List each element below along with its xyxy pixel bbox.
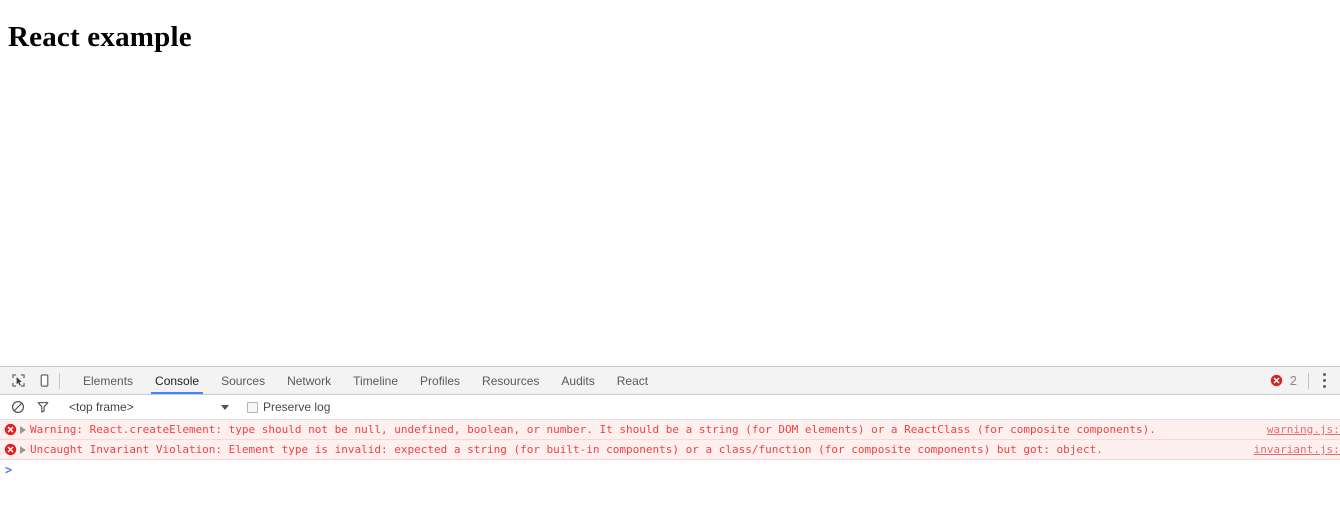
tab-resources-label: Resources: [482, 373, 540, 388]
devtools-tabstrip: Elements Console Sources Network Timelin…: [0, 367, 1340, 395]
tab-audits-label: Audits: [561, 373, 595, 388]
tab-profiles-label: Profiles: [420, 373, 461, 388]
tab-sources-label: Sources: [221, 373, 266, 388]
clear-console-icon[interactable]: [5, 395, 30, 419]
toolbar-right-divider: [1308, 372, 1309, 389]
tab-react[interactable]: React: [606, 367, 659, 394]
tab-audits[interactable]: Audits: [550, 367, 605, 394]
device-toolbar-icon[interactable]: [31, 368, 57, 394]
inspect-element-icon[interactable]: [5, 368, 31, 394]
console-prompt-input[interactable]: [12, 461, 1340, 479]
error-circle-icon: [4, 423, 17, 436]
web-page-viewport: React example: [0, 0, 1340, 366]
more-vertical-icon[interactable]: [1312, 369, 1336, 393]
filter-funnel-icon[interactable]: [30, 395, 55, 419]
execution-context-value: <top frame>: [69, 400, 134, 414]
expand-triangle-icon[interactable]: [20, 445, 26, 454]
tab-elements[interactable]: Elements: [72, 367, 144, 394]
preserve-log-checkbox[interactable]: Preserve log: [247, 400, 330, 414]
tab-resources[interactable]: Resources: [471, 367, 550, 394]
devtools-toolbar-right: 2: [1262, 367, 1340, 394]
execution-context-selector[interactable]: <top frame>: [69, 400, 229, 414]
tab-network[interactable]: Network: [276, 367, 342, 394]
toolbar-divider: [59, 372, 60, 389]
devtools-tabs: Elements Console Sources Network Timelin…: [72, 367, 659, 394]
expand-triangle-icon[interactable]: [20, 425, 26, 434]
tab-console-label: Console: [155, 373, 200, 388]
console-message-text: Warning: React.createElement: type shoul…: [30, 422, 1156, 436]
console-prompt-row[interactable]: >: [0, 460, 1340, 480]
chevron-down-icon: [221, 404, 229, 410]
devtools-tool-icons: [0, 367, 72, 394]
console-message-row[interactable]: Warning: React.createElement: type shoul…: [0, 420, 1340, 440]
console-filterbar: <top frame> Preserve log: [0, 395, 1340, 420]
error-count-value: 2: [1289, 373, 1297, 388]
error-circle-icon: [1270, 374, 1282, 387]
tab-network-label: Network: [287, 373, 332, 388]
error-circle-icon: [4, 443, 17, 456]
tab-react-label: React: [616, 373, 649, 388]
tab-profiles[interactable]: Profiles: [409, 367, 471, 394]
tab-elements-label: Elements: [83, 373, 134, 388]
tab-console[interactable]: Console: [144, 367, 210, 394]
checkbox-box: [247, 401, 258, 413]
tab-timeline[interactable]: Timeline: [342, 367, 409, 394]
prompt-caret-icon: >: [5, 463, 13, 477]
tab-sources[interactable]: Sources: [210, 367, 276, 394]
page-title: React example: [8, 21, 192, 53]
error-count-badge[interactable]: 2: [1262, 373, 1305, 388]
devtools-panel: Elements Console Sources Network Timelin…: [0, 366, 1340, 530]
console-message-text: Uncaught Invariant Violation: Element ty…: [30, 442, 1103, 456]
tab-timeline-label: Timeline: [353, 373, 399, 388]
console-message-list: Warning: React.createElement: type shoul…: [0, 420, 1340, 480]
console-message-row[interactable]: Uncaught Invariant Violation: Element ty…: [0, 440, 1340, 460]
preserve-log-label: Preserve log: [263, 400, 331, 414]
console-message-source-link[interactable]: warning.js:45: [1267, 421, 1340, 439]
console-message-source-link[interactable]: invariant.js:39: [1254, 441, 1340, 459]
